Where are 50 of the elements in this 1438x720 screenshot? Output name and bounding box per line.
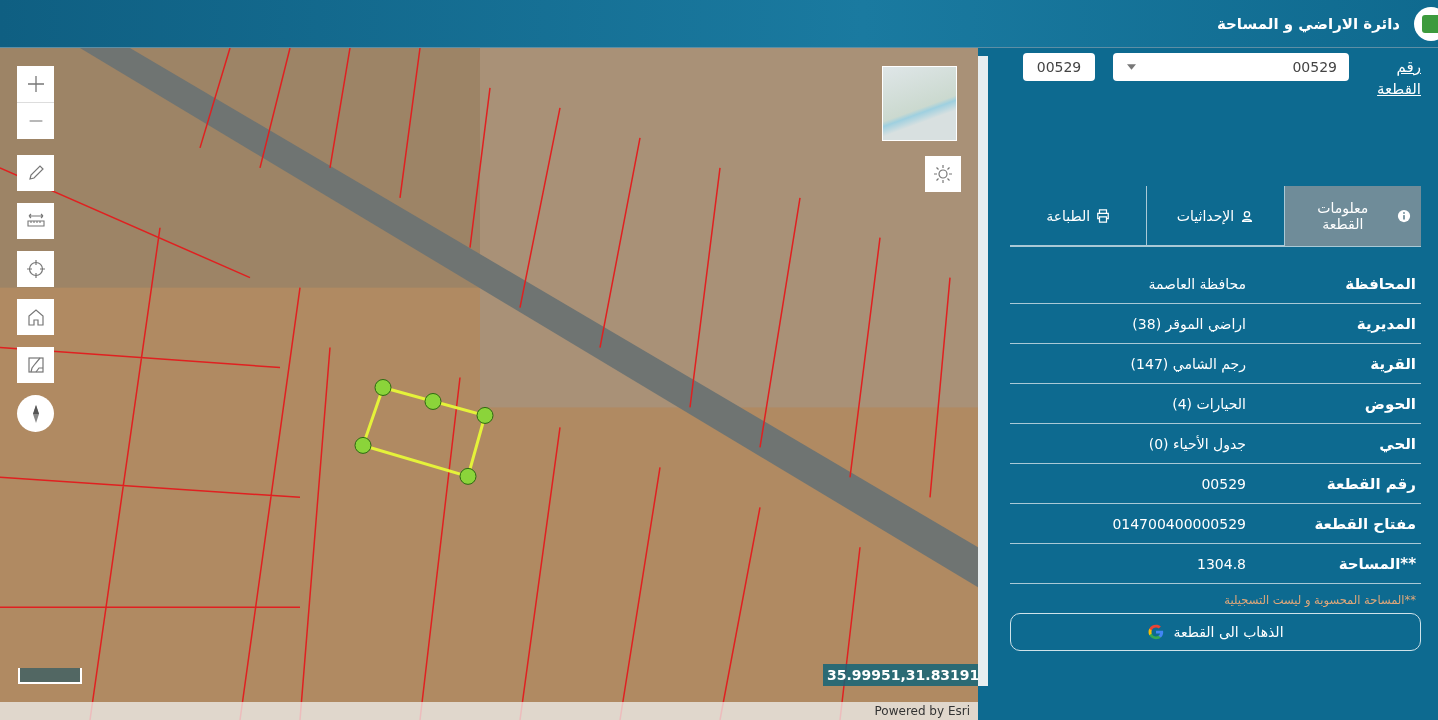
panel-tab[interactable]: الطباعة: [1010, 186, 1147, 246]
brightness-button[interactable]: [925, 156, 961, 192]
home-tool-button[interactable]: [17, 299, 54, 335]
field-value: جدول الأحياء (0): [1148, 435, 1246, 452]
field-value: 00529: [1201, 475, 1246, 492]
info-icon: [1397, 209, 1411, 223]
panel-tab[interactable]: معلومات القطعة: [1283, 186, 1421, 246]
field-value: الحيارات (4): [1172, 395, 1246, 412]
field-label: القرية: [1369, 354, 1417, 373]
crosshair-icon: [25, 259, 46, 279]
coordinates-readout: 35.99951,31.83191: [823, 664, 978, 686]
target-tool-button[interactable]: [17, 251, 54, 287]
dropdown-value: 00529: [1292, 59, 1337, 75]
zoom-in-button[interactable]: [17, 66, 54, 102]
pencil-tool-button[interactable]: [17, 155, 54, 191]
field-label: الحي: [1378, 434, 1417, 453]
sun-icon: [933, 164, 953, 184]
plus-icon: [25, 74, 46, 94]
map-icon: [25, 355, 46, 375]
parcel-dropdown[interactable]: 00529: [1113, 53, 1349, 81]
scale-bar: [18, 668, 82, 684]
home-icon: [25, 307, 46, 327]
field-label: المحافظة: [1344, 274, 1417, 293]
field-label: رقم القطعة: [1325, 474, 1417, 493]
field-label: المديرية: [1355, 314, 1417, 333]
user-pin-icon: [1240, 208, 1255, 223]
go-to-parcel-button[interactable]: الذهاب الى القطعة: [1010, 613, 1421, 651]
field-value: 1304.8: [1197, 555, 1246, 572]
field-label: الحوض: [1363, 394, 1417, 413]
parcel-input-field[interactable]: 00529: [1023, 53, 1095, 81]
header-title: دائرة الاراضي و المساحة: [1216, 14, 1400, 33]
field-value: رجم الشامي (147): [1130, 355, 1246, 372]
area-note: **المساحة المحسوبة و ليست التسجيلية: [1223, 592, 1417, 609]
panel-tab[interactable]: الإحداثيات: [1146, 186, 1284, 246]
logo-icon: [1414, 6, 1438, 41]
ruler-tool-button[interactable]: [17, 203, 54, 239]
parcel-number-label: رقم القطعة: [1376, 57, 1421, 100]
field-value: اراضي الموقر (38): [1132, 315, 1246, 332]
field-value: 014700400000529: [1112, 515, 1246, 532]
caret-icon: [1127, 64, 1136, 70]
field-label: مفتاح القطعة: [1313, 514, 1417, 533]
basemap-thumbnail[interactable]: [882, 66, 957, 141]
minus-icon: [27, 120, 44, 122]
compass-icon: [32, 404, 39, 423]
printer-icon: [1096, 208, 1111, 223]
map-tool-button[interactable]: [17, 347, 54, 383]
map-attribution: Powered by Esri: [874, 704, 970, 718]
field-value: محافظة العاصمة: [1148, 275, 1246, 292]
field-label: **المساحة: [1337, 554, 1417, 573]
google-icon: [1147, 623, 1166, 641]
